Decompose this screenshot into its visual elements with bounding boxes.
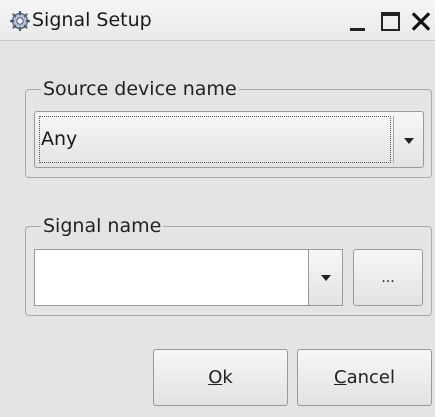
window-title: Signal Setup: [32, 9, 152, 31]
signal-name-dropdown-button[interactable]: [308, 249, 343, 306]
source-device-legend: Source device name: [41, 76, 239, 102]
signal-name-input[interactable]: [37, 252, 319, 303]
minimize-button[interactable]: [347, 11, 367, 32]
ok-button[interactable]: Ok: [153, 349, 288, 406]
signal-name-input-box: [34, 249, 343, 306]
gear-icon: [10, 11, 30, 31]
chevron-down-icon: [404, 138, 414, 144]
close-icon[interactable]: [411, 11, 431, 32]
cancel-label-rest: ancel: [346, 367, 395, 388]
ok-mnemonic: O: [208, 367, 223, 388]
browse-signal-button[interactable]: ...: [353, 249, 423, 306]
focus-rectangle: [39, 116, 391, 163]
title-bar: Signal Setup: [0, 0, 435, 41]
chevron-down-icon: [321, 275, 331, 281]
maximize-button[interactable]: [381, 12, 400, 31]
source-device-combobox[interactable]: Any: [34, 111, 424, 168]
source-device-selected-value: Any: [41, 128, 78, 150]
cancel-mnemonic: C: [334, 367, 347, 388]
signal-name-legend: Signal name: [41, 213, 164, 239]
cancel-button[interactable]: Cancel: [297, 349, 432, 406]
ok-label-rest: k: [222, 367, 233, 388]
combo-separator: [393, 116, 394, 163]
